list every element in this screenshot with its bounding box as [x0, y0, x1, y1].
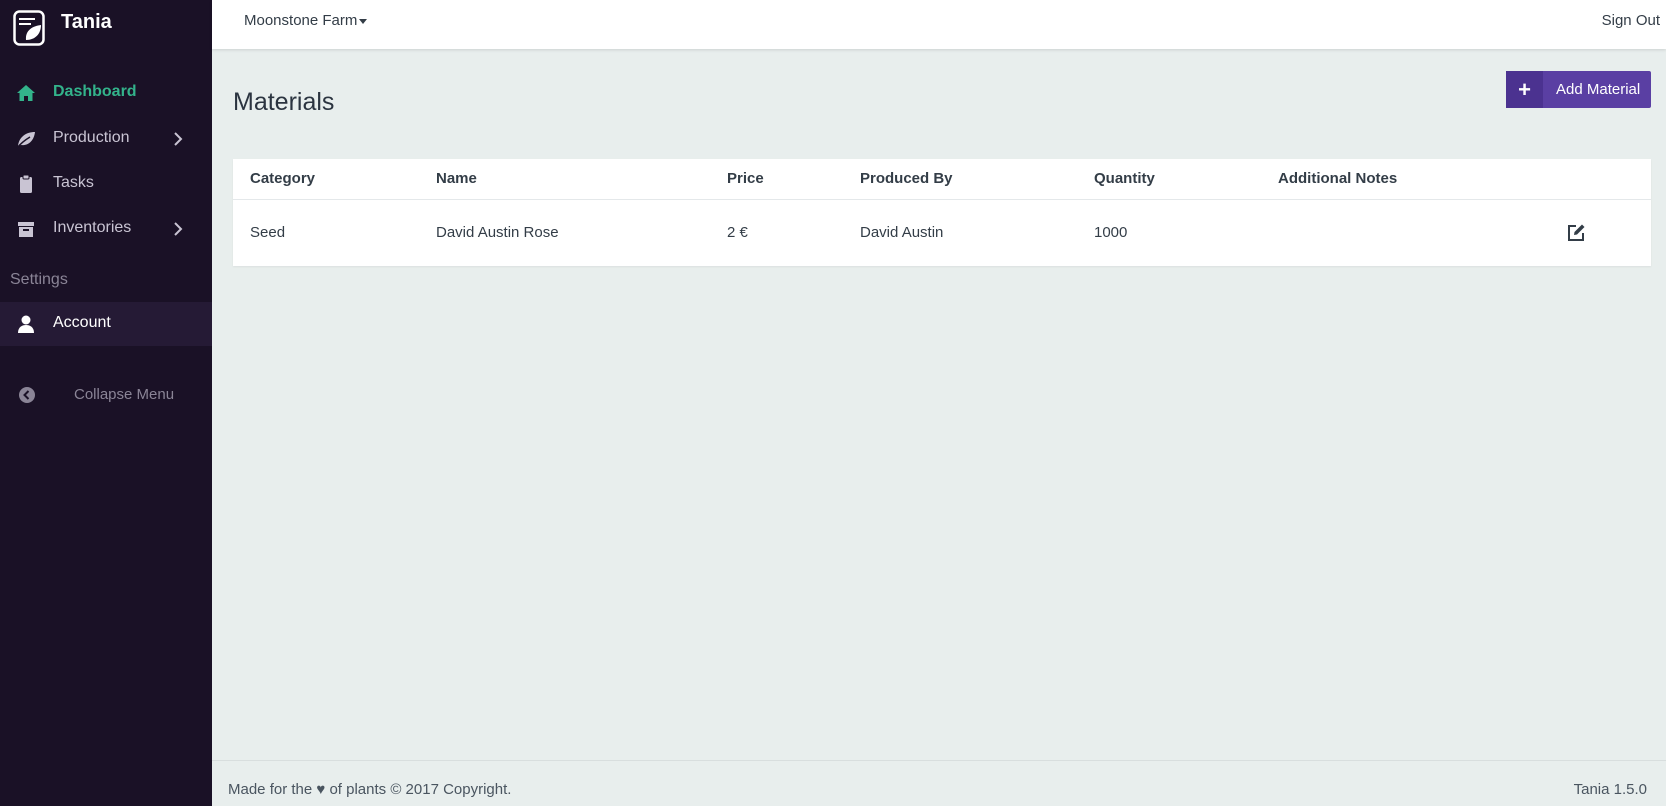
materials-table: Category Name Price Produced By Quantity… — [233, 159, 1651, 266]
sidebar-item-label: Inventories — [53, 219, 132, 236]
settings-section-label: Settings — [10, 271, 68, 288]
column-header-name[interactable]: Name — [436, 170, 477, 187]
chevron-right-icon — [174, 132, 183, 146]
sidebar-item-label: Production — [53, 129, 130, 146]
cell-name: David Austin Rose — [436, 224, 559, 241]
column-header-additional-notes[interactable]: Additional Notes — [1278, 170, 1397, 187]
app-name: Tania — [61, 11, 112, 33]
clipboard-icon — [20, 174, 32, 193]
edit-icon[interactable] — [1566, 223, 1586, 243]
cell-produced-by: David Austin — [860, 224, 944, 241]
chevron-circle-left-icon — [19, 387, 35, 403]
farm-name: Moonstone Farm — [244, 12, 358, 29]
header-divider — [233, 199, 1651, 200]
home-icon — [17, 85, 35, 101]
chevron-right-icon — [174, 222, 183, 236]
footer-copyright: Made for the ♥ of plants © 2017 Copyrigh… — [228, 781, 512, 798]
sidebar-item-label: Dashboard — [53, 83, 137, 100]
sidebar-item-dashboard[interactable]: Dashboard — [0, 71, 212, 115]
caret-down-icon — [359, 18, 368, 24]
sidebar-item-production[interactable]: Production — [0, 117, 212, 161]
collapse-menu-button[interactable]: Collapse Menu — [0, 373, 212, 417]
sidebar-item-label: Tasks — [53, 174, 94, 191]
cell-category: Seed — [250, 224, 286, 241]
sidebar-item-inventories[interactable]: Inventories — [0, 207, 212, 251]
add-material-button[interactable]: + Add Material — [1506, 71, 1651, 108]
column-header-produced-by[interactable]: Produced By — [860, 170, 953, 187]
cell-price: 2 € — [727, 224, 748, 241]
sidebar-item-label: Account — [53, 314, 111, 331]
farm-selector[interactable]: Moonstone Farm — [244, 12, 368, 29]
plus-icon: + — [1506, 71, 1543, 108]
leaf-icon — [16, 132, 35, 149]
sidebar-item-tasks[interactable]: Tasks — [0, 162, 212, 206]
footer-version: Tania 1.5.0 — [1573, 781, 1647, 798]
column-header-price[interactable]: Price — [727, 170, 764, 187]
add-material-label: Add Material — [1556, 81, 1641, 98]
tania-logo-icon — [13, 10, 45, 46]
top-bar: Moonstone Farm Sign Out — [212, 0, 1666, 49]
column-header-category[interactable]: Category — [250, 170, 315, 187]
brand[interactable]: Tania — [0, 0, 212, 48]
user-icon — [18, 315, 34, 333]
cell-quantity: 1000 — [1094, 224, 1128, 241]
sidebar-item-account[interactable]: Account — [0, 302, 212, 346]
column-header-quantity[interactable]: Quantity — [1094, 170, 1155, 187]
sign-out-link[interactable]: Sign Out — [1602, 12, 1660, 29]
footer: Made for the ♥ of plants © 2017 Copyrigh… — [212, 760, 1666, 806]
page-title: Materials — [233, 88, 335, 116]
collapse-menu-label: Collapse Menu — [74, 386, 175, 403]
archive-icon — [18, 222, 34, 237]
sidebar: Tania Dashboard Production Tasks Invento… — [0, 0, 212, 806]
